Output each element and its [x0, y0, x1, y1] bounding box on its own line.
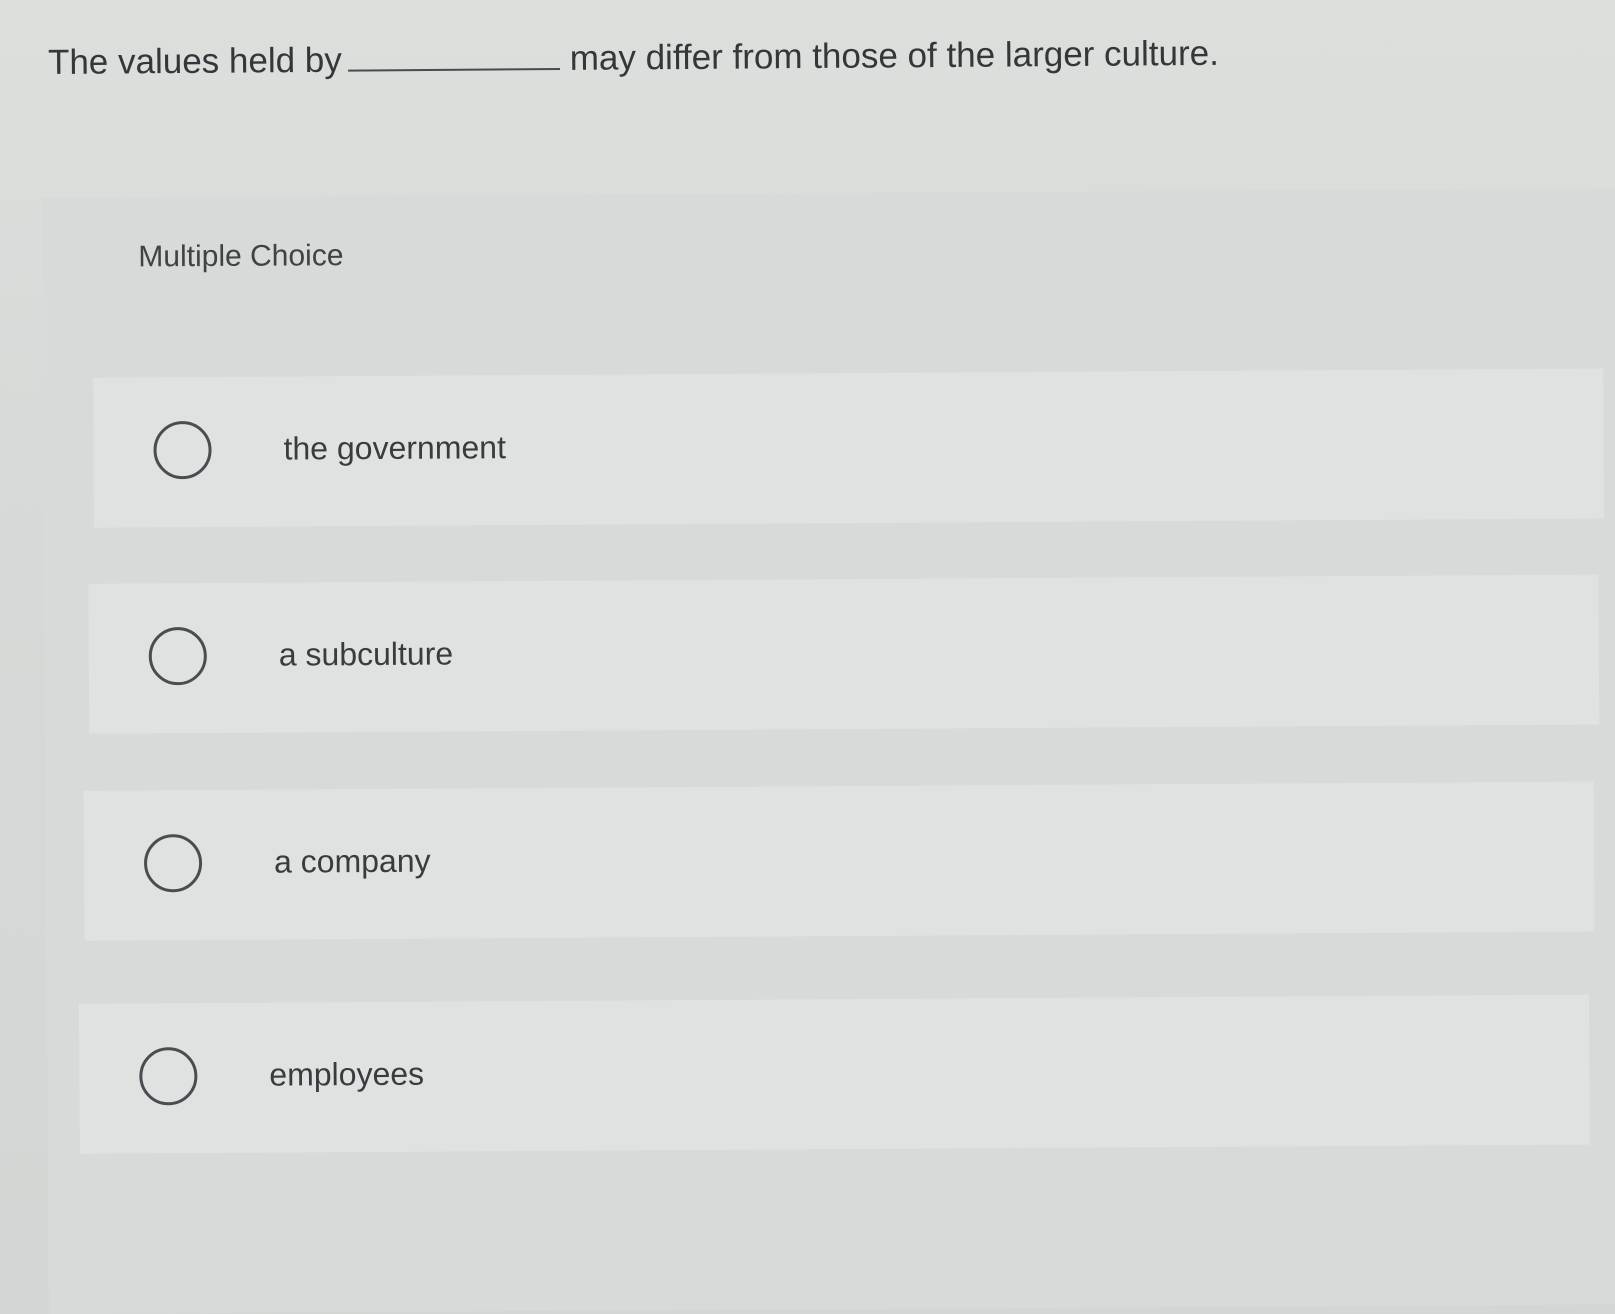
question-text: The values held by may differ from those … — [48, 29, 1219, 88]
question-after-blank: may differ from those of the larger cult… — [569, 33, 1220, 78]
choice-label: a company — [273, 842, 431, 880]
radio-button-icon[interactable] — [148, 627, 207, 686]
choice-label: employees — [269, 1055, 425, 1093]
radio-button-icon[interactable] — [153, 420, 212, 480]
choice-label: a subculture — [278, 635, 454, 673]
choice-option-the-government[interactable]: the government — [93, 368, 1604, 528]
radio-button-icon[interactable] — [139, 1047, 198, 1106]
radio-button-icon[interactable] — [143, 834, 203, 893]
choice-option-a-company[interactable]: a company — [83, 781, 1595, 941]
question-before-blank: The values held by — [47, 40, 342, 82]
choice-option-a-subculture[interactable]: a subculture — [88, 574, 1600, 734]
choice-label: the government — [283, 429, 507, 467]
answer-blank — [347, 37, 560, 72]
choice-option-employees[interactable]: employees — [78, 994, 1590, 1154]
answer-panel: Multiple Choice the government a subcult… — [42, 188, 1615, 1314]
question-type-label: Multiple Choice — [138, 239, 344, 274]
